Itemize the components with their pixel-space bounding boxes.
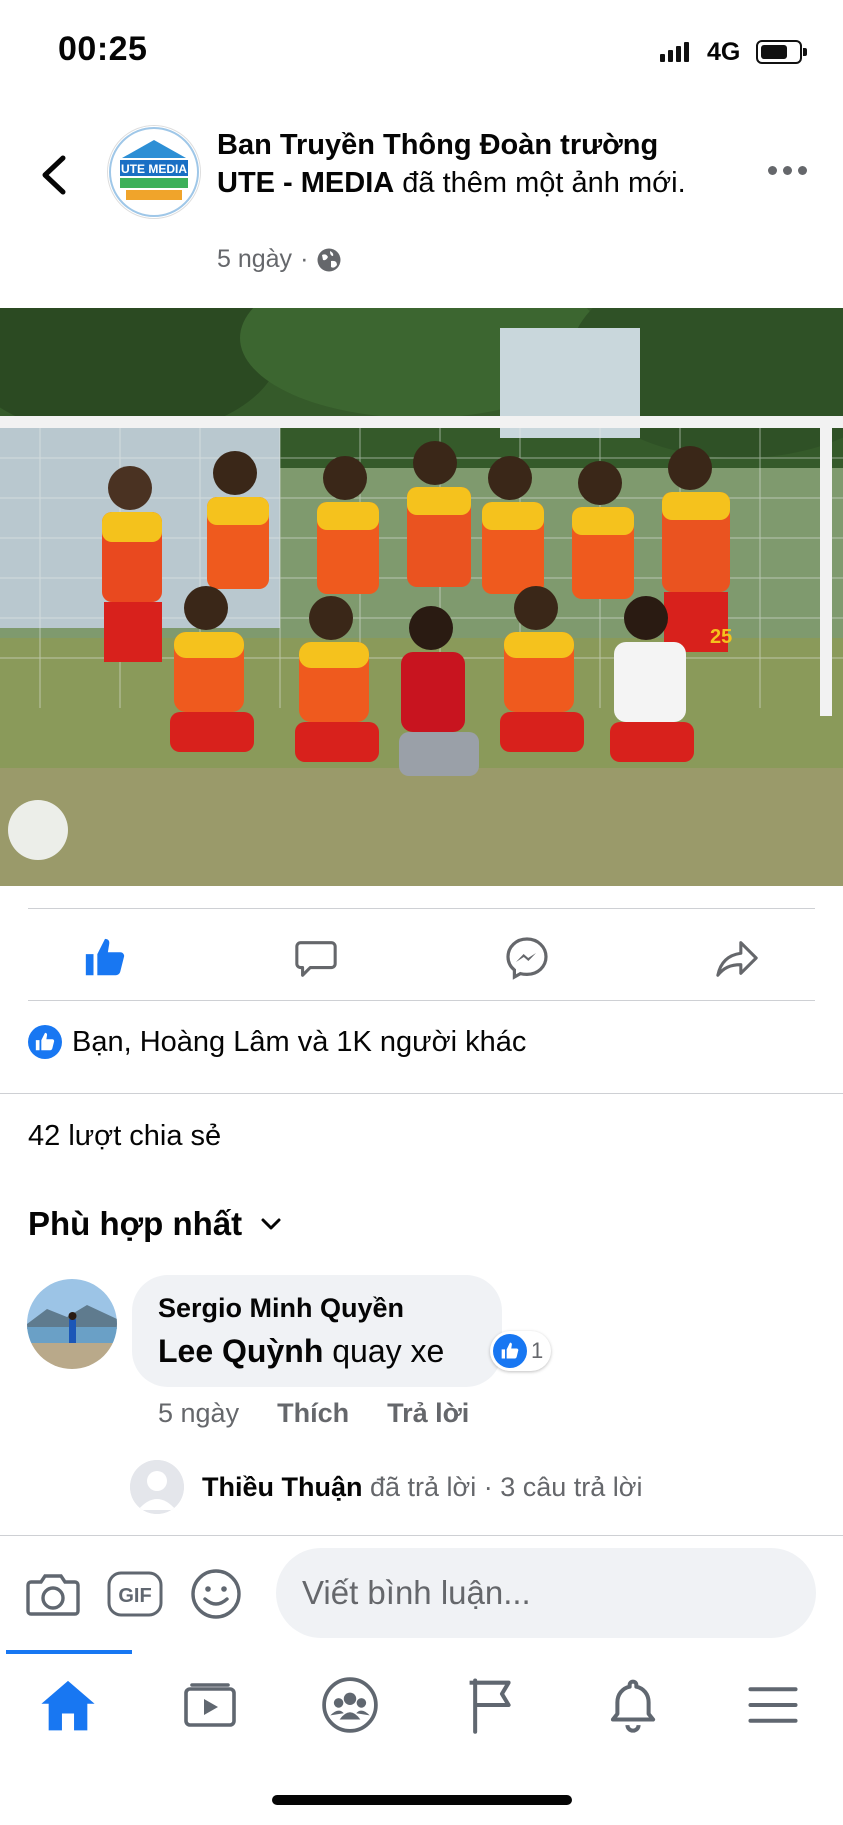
hamburger-menu-icon <box>748 1687 798 1723</box>
tab-home[interactable] <box>33 1670 103 1740</box>
reply-avatar <box>130 1460 184 1514</box>
home-icon <box>41 1680 95 1731</box>
shares-count[interactable]: 42 lượt chia sẻ <box>28 1120 221 1153</box>
chevron-down-icon <box>261 1218 281 1230</box>
like-reaction-icon <box>28 1025 62 1059</box>
home-indicator <box>272 1795 572 1805</box>
comment-sort-dropdown[interactable]: Phù hợp nhất <box>28 1205 282 1243</box>
camera-button[interactable] <box>25 1566 81 1622</box>
view-replies-link[interactable]: Thiều Thuận đã trả lời · 3 câu trả lời <box>130 1460 830 1516</box>
share-button[interactable] <box>707 928 767 988</box>
page-avatar[interactable]: UTE MEDIA <box>107 125 201 219</box>
back-button[interactable] <box>35 150 75 200</box>
network-type: 4G <box>707 38 741 66</box>
signal-icon <box>660 42 689 62</box>
post-time[interactable]: 5 ngày <box>217 245 292 274</box>
photo-jersey-number: 25 <box>710 626 732 648</box>
groups-icon <box>322 1677 378 1733</box>
divider <box>0 1093 843 1094</box>
like-reaction-icon <box>493 1334 527 1368</box>
globe-icon <box>317 248 341 271</box>
tab-groups[interactable] <box>315 1670 385 1740</box>
reactions-summary[interactable]: Bạn, Hoàng Lâm và 1K người khác <box>28 1025 526 1059</box>
more-options-button[interactable] <box>768 160 812 180</box>
comment-item: Sergio Minh Quyền Lee Quỳnh quay xe 1 5 … <box>0 1275 843 1455</box>
comment-input[interactable] <box>276 1548 816 1638</box>
tab-notifications[interactable] <box>598 1670 668 1740</box>
post-actions <box>0 918 843 998</box>
bell-icon <box>610 1679 656 1733</box>
comment-composer: GIF <box>0 1535 843 1651</box>
active-tab-indicator <box>6 1650 132 1654</box>
comment-body: quay xe <box>332 1333 445 1369</box>
tab-pages[interactable] <box>458 1670 528 1740</box>
comment-like-button[interactable]: Thích <box>277 1398 349 1429</box>
post-header: UTE MEDIA Ban Truyền Thông Đoàn trường U… <box>0 110 843 290</box>
comment-bubble[interactable]: Sergio Minh Quyền Lee Quỳnh quay xe <box>132 1275 502 1387</box>
comment-meta: 5 ngày Thích Trả lời <box>158 1398 469 1429</box>
gif-icon: GIF <box>107 1571 163 1617</box>
post-meta: 5 ngày · <box>217 245 342 274</box>
divider <box>28 908 815 909</box>
camera-icon <box>26 1574 80 1616</box>
bottom-tab-bar <box>0 1650 843 1750</box>
gif-label: GIF <box>118 1585 151 1607</box>
battery-icon <box>756 40 807 64</box>
messenger-icon <box>506 937 548 980</box>
comment-like-count: 1 <box>531 1338 544 1363</box>
comment-reply-button[interactable]: Trả lời <box>387 1398 469 1429</box>
comment-author[interactable]: Sergio Minh Quyền <box>158 1293 404 1324</box>
comment-text: Lee Quỳnh quay xe <box>158 1333 444 1370</box>
comment-time: 5 ngày <box>158 1398 240 1428</box>
page-logo-text: UTE MEDIA <box>121 162 187 176</box>
video-icon <box>184 1683 236 1727</box>
emoji-icon <box>191 1569 241 1619</box>
comment-mention[interactable]: Lee Quỳnh <box>158 1333 323 1369</box>
sticker-button[interactable] <box>188 1566 244 1622</box>
tab-watch[interactable] <box>175 1670 245 1740</box>
comment-icon <box>295 941 337 977</box>
flag-icon <box>469 1678 511 1734</box>
gif-button[interactable]: GIF <box>107 1566 163 1622</box>
team-photo-illustration: 25 <box>0 308 843 886</box>
meta-separator: · <box>300 245 309 273</box>
comment-button[interactable] <box>286 928 346 988</box>
reply-author: Thiều Thuận <box>202 1472 363 1502</box>
post-action-text: đã thêm một ảnh mới. <box>402 167 686 199</box>
reply-summary-text: Thiều Thuận đã trả lời · 3 câu trả lời <box>202 1472 643 1503</box>
tab-menu[interactable] <box>738 1670 808 1740</box>
comment-reaction-count[interactable]: 1 <box>490 1331 552 1371</box>
chevron-left-icon <box>42 155 66 195</box>
like-button[interactable] <box>75 928 135 988</box>
messenger-send-button[interactable] <box>497 928 557 988</box>
status-time: 00:25 <box>58 30 148 68</box>
share-icon <box>716 941 758 977</box>
sort-label: Phù hợp nhất <box>28 1205 243 1242</box>
post-photo[interactable]: 25 <box>0 308 843 886</box>
status-bar: 00:25 4G <box>0 0 843 100</box>
commenter-avatar[interactable] <box>27 1279 117 1369</box>
more-dot-icon <box>768 165 777 175</box>
thumbs-up-filled-icon <box>85 938 125 976</box>
reply-summary-body: đã trả lời · 3 câu trả lời <box>370 1472 643 1502</box>
reactions-summary-text: Bạn, Hoàng Lâm và 1K người khác <box>72 1025 527 1058</box>
divider <box>28 1000 815 1001</box>
post-title: Ban Truyền Thông Đoàn trường UTE - MEDIA… <box>217 126 717 202</box>
